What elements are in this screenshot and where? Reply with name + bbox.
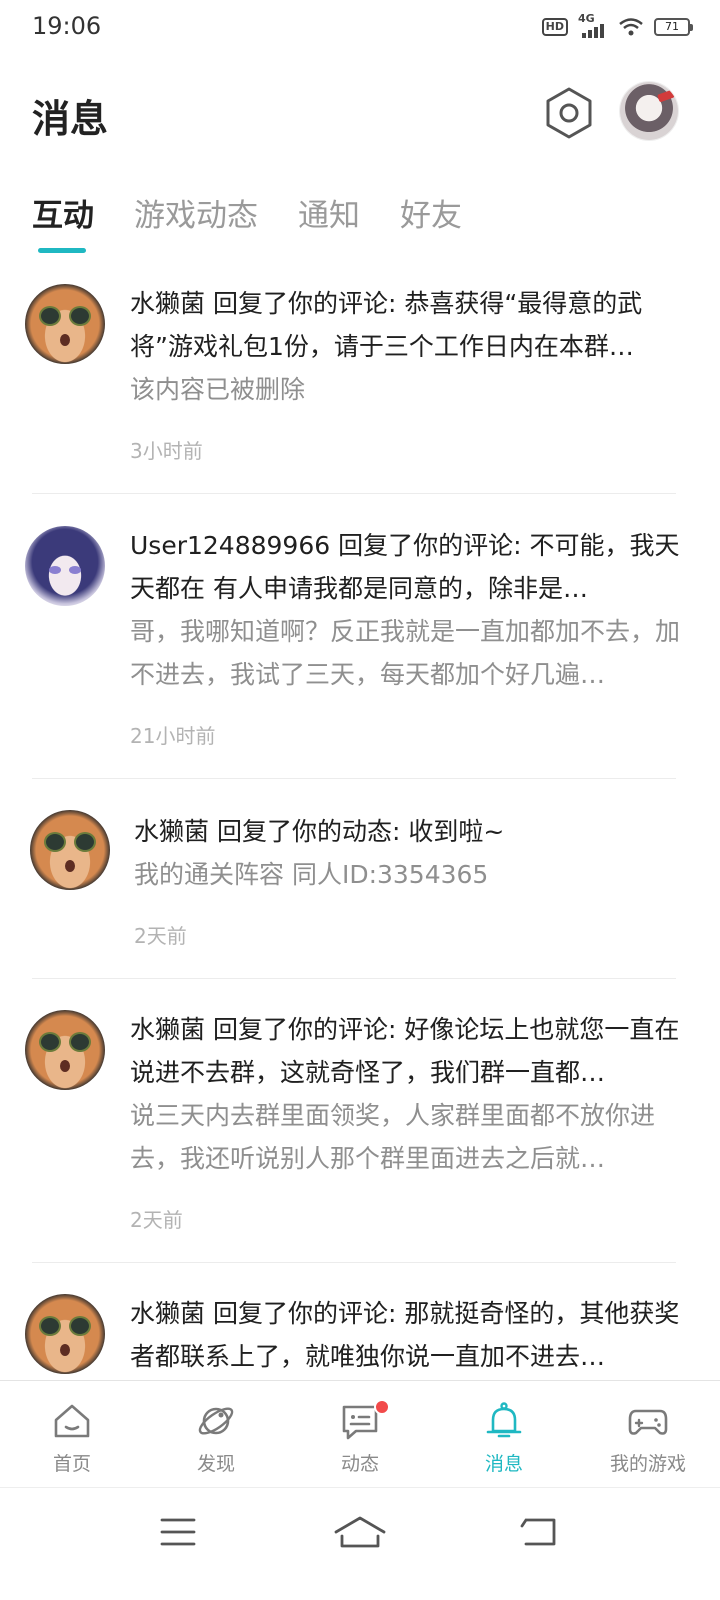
page-title: 消息	[32, 97, 109, 141]
nav-home[interactable]: 首页	[0, 1381, 144, 1487]
home-button-icon[interactable]	[330, 1510, 390, 1554]
status-time: 19:06	[32, 12, 102, 40]
tab-notifications[interactable]: 通知	[298, 190, 360, 235]
tab-game-updates[interactable]: 游戏动态	[134, 190, 258, 235]
discover-icon	[198, 1407, 234, 1435]
nav-discover[interactable]: 发现	[144, 1381, 288, 1487]
nav-my-games-label: 我的游戏	[609, 1453, 686, 1475]
avatar[interactable]	[25, 1294, 105, 1374]
gamepad-icon	[628, 1409, 668, 1435]
divider	[32, 978, 676, 979]
nav-messages[interactable]: 消息	[432, 1381, 576, 1487]
notification-dot	[374, 1399, 390, 1415]
user-avatar[interactable]	[620, 82, 678, 140]
gear-icon	[546, 87, 592, 139]
message-title: 水獭菌 回复了你的评论: 那就挺奇怪的，其他获奖者都联系上了，就唯独你说一直加不…	[130, 1299, 680, 1371]
message-body: 水獭菌 回复了你的动态: 收到啦~ 我的通关阵容 同人ID:3354365 2天…	[134, 810, 684, 949]
nav-my-games[interactable]: 我的游戏	[576, 1381, 720, 1487]
nav-discover-label: 发现	[196, 1453, 235, 1475]
bottom-nav: 首页 发现 动态 消息 我的游戏	[0, 1380, 720, 1486]
bell-icon	[486, 1402, 522, 1438]
tab-interactions[interactable]: 互动	[32, 190, 94, 235]
hd-icon: HD	[541, 18, 568, 36]
message-quote: 说三天内去群里面领奖，人家群里面都不放你进去，我还听说别人那个群里面进去之后就…	[130, 1101, 656, 1173]
message-quote: 我的通关阵容 同人ID:3354365	[134, 860, 489, 889]
back-icon[interactable]	[510, 1510, 570, 1554]
message-time: 2天前	[134, 924, 187, 948]
divider	[32, 493, 676, 494]
tab-friends[interactable]: 好友	[400, 190, 462, 235]
message-title: User124889966 回复了你的评论: 不可能，我天天都在 有人申请我都是…	[130, 531, 680, 603]
message-time: 21小时前	[130, 724, 216, 748]
nav-feed-label: 动态	[340, 1453, 379, 1475]
message-body: User124889966 回复了你的评论: 不可能，我天天都在 有人申请我都是…	[130, 524, 680, 749]
tab-indicator	[38, 248, 86, 253]
message-quote: 哥，我哪知道啊？反正我就是一直加都加不去，加不进去，我试了三天，每天都加个好几遍…	[130, 617, 680, 689]
menu-icon[interactable]	[148, 1510, 208, 1554]
avatar[interactable]	[25, 1010, 105, 1090]
message-title: 水獭菌 回复了你的评论: 恭喜获得“最得意的武将”游戏礼包1份，请于三个工作日内…	[130, 289, 643, 361]
message-quote: 该内容已被删除	[130, 375, 306, 404]
divider	[32, 778, 676, 779]
message-title: 水獭菌 回复了你的评论: 好像论坛上也就您一直在说进不去群，这就奇怪了，我们群一…	[130, 1015, 680, 1087]
avatar[interactable]	[25, 284, 105, 364]
nav-messages-label: 消息	[484, 1453, 523, 1475]
message-body: 水獭菌 回复了你的评论: 那就挺奇怪的，其他获奖者都联系上了，就唯独你说一直加不…	[130, 1292, 680, 1378]
message-body: 水獭菌 回复了你的评论: 恭喜获得“最得意的武将”游戏礼包1份，请于三个工作日内…	[130, 282, 680, 464]
nav-feed[interactable]: 动态	[288, 1381, 432, 1487]
divider	[32, 1262, 676, 1263]
nav-home-label: 首页	[52, 1453, 91, 1475]
status-bar: 19:06 HD 4G 71	[0, 0, 720, 58]
home-icon	[54, 1404, 90, 1438]
avatar[interactable]	[30, 810, 110, 890]
settings-button[interactable]	[544, 86, 594, 140]
message-time: 3小时前	[130, 439, 203, 463]
message-list[interactable]: 水獭菌 回复了你的评论: 恭喜获得“最得意的武将”游戏礼包1份，请于三个工作日内…	[0, 262, 720, 1382]
signal-icon: 4G	[578, 12, 608, 38]
battery-icon: 71	[654, 18, 693, 36]
avatar[interactable]	[25, 526, 105, 606]
status-icons: HD 4G 71	[541, 12, 693, 38]
message-body: 水獭菌 回复了你的评论: 好像论坛上也就您一直在说进不去群，这就奇怪了，我们群一…	[130, 1008, 680, 1233]
system-nav-bar	[0, 1487, 720, 1600]
wifi-icon	[619, 18, 643, 36]
message-title: 水獭菌 回复了你的动态: 收到啦~	[134, 817, 505, 846]
message-time: 2天前	[130, 1208, 183, 1232]
tab-bar: 互动 游戏动态 通知 好友	[32, 190, 462, 235]
